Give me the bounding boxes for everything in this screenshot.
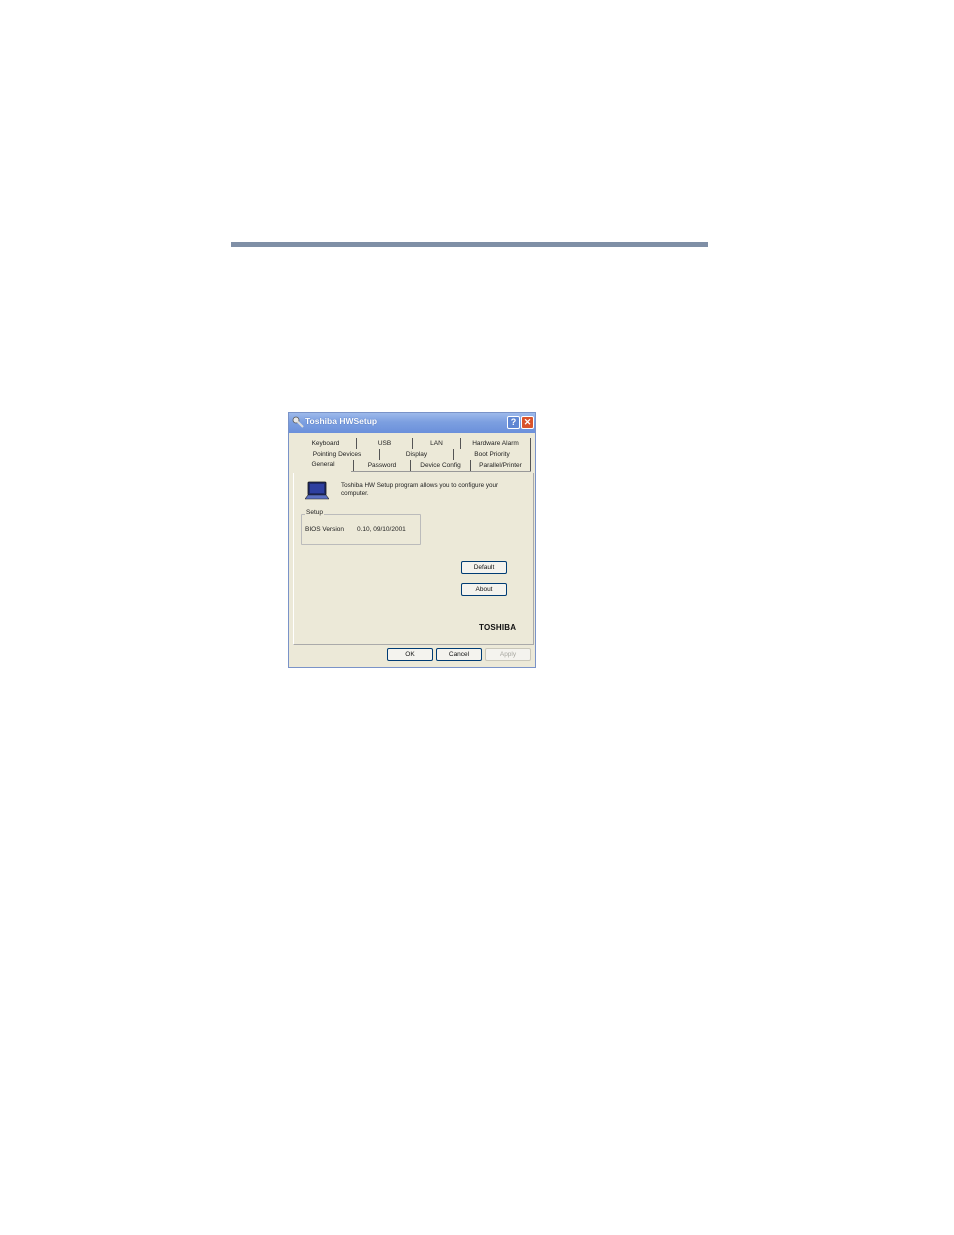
tab-usb[interactable]: USB [357, 438, 413, 449]
tab-password[interactable]: Password [353, 460, 411, 471]
wrench-icon [292, 416, 304, 428]
tab-parallel-printer[interactable]: Parallel/Printer [471, 460, 531, 471]
bios-version-label: BIOS Version [305, 526, 345, 533]
setup-group-title: Setup [305, 509, 324, 516]
default-button[interactable]: Default [461, 561, 507, 574]
tab-display[interactable]: Display [380, 449, 454, 460]
description-text: Toshiba HW Setup program allows you to c… [341, 482, 499, 497]
bios-version-value: 0.10, 09/10/2001 [357, 526, 406, 533]
tab-boot-priority[interactable]: Boot Priority [454, 449, 531, 460]
about-button[interactable]: About [461, 583, 507, 596]
title-bar[interactable]: Toshiba HWSetup ? ✕ [289, 413, 535, 433]
apply-button[interactable]: Apply [485, 648, 531, 661]
general-tab-panel [293, 473, 534, 645]
help-button[interactable]: ? [507, 416, 520, 429]
tab-keyboard[interactable]: Keyboard [295, 438, 357, 449]
ok-button[interactable]: OK [387, 648, 433, 661]
page-header-rule [231, 242, 708, 247]
toshiba-logo: TOSHIBA [479, 623, 517, 632]
cancel-button[interactable]: Cancel [436, 648, 482, 661]
hwsetup-dialog: Toshiba HWSetup ? ✕ Keyboard USB LAN Har… [288, 412, 536, 668]
tab-strip-border [351, 471, 531, 472]
tab-general[interactable]: General [295, 459, 351, 470]
tab-lan[interactable]: LAN [413, 438, 461, 449]
window-title: Toshiba HWSetup [305, 416, 378, 426]
laptop-icon [305, 481, 329, 500]
close-button[interactable]: ✕ [521, 416, 534, 429]
tab-device-config[interactable]: Device Config [411, 460, 471, 471]
tab-hardware-alarm[interactable]: Hardware Alarm [461, 438, 531, 449]
